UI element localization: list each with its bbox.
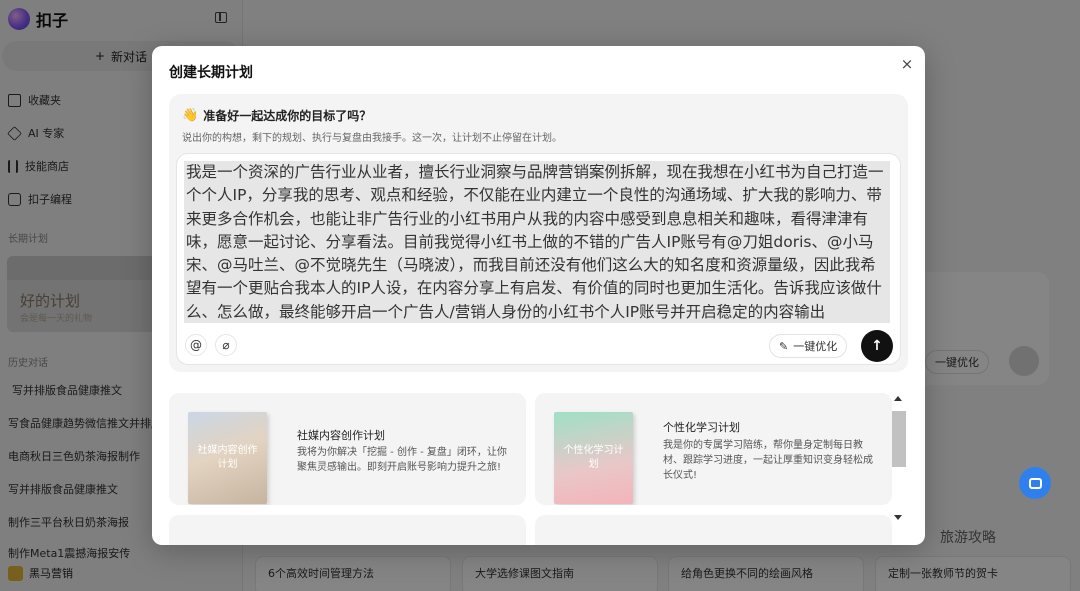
template-card-social-media[interactable]: 社媒内容创作计划 社媒内容创作计划 我将为你解决「挖掘 - 创作 - 复盘」闭环… <box>169 393 526 505</box>
send-button[interactable]: ↑ <box>861 330 893 362</box>
template-description: 我是你的专属学习陪练，帮你量身定制每日教材、跟踪学习进度，一起让厚重知识变身轻松… <box>663 440 873 481</box>
arrow-up-icon: ↑ <box>871 338 883 354</box>
optimize-button[interactable]: ✎ 一键优化 <box>769 334 848 358</box>
scroll-down-icon[interactable] <box>894 515 902 520</box>
template-cover: 个性化学习计划 <box>554 412 633 504</box>
intro-title: 👋 准备好一起达成你的目标了吗？ <box>182 107 371 124</box>
goal-input-box[interactable]: 我是一个资深的广告行业从业者，擅长行业洞察与品牌营销案例拆解，现在我想在小红书为… <box>176 153 901 365</box>
create-long-plan-dialog: 创建长期计划 × 👋 准备好一起达成你的目标了吗？ 说出你的构想，剩下的规划、执… <box>152 46 925 545</box>
feedback-float-button[interactable] <box>1019 467 1051 499</box>
optimize-label: 一键优化 <box>793 340 838 353</box>
templates-scrollbar[interactable] <box>892 391 906 523</box>
template-title: 社媒内容创作计划 <box>297 429 385 442</box>
chat-icon <box>1028 477 1042 489</box>
plan-templates-list: 社媒内容创作计划 社媒内容创作计划 我将为你解决「挖掘 - 创作 - 复盘」闭环… <box>169 393 908 545</box>
template-card-learning[interactable]: 个性化学习计划 个性化学习计划 我是你的专属学习陪练，帮你量身定制每日教材、跟踪… <box>535 393 892 505</box>
template-card-partial[interactable] <box>169 515 526 545</box>
template-cover: 社媒内容创作计划 <box>188 412 267 504</box>
template-description: 我将为你解决「挖掘 - 创作 - 复盘」闭环，让你聚焦灵感输出。即刻开启账号影响… <box>297 447 507 473</box>
at-icon: @ <box>190 338 202 352</box>
template-card-partial[interactable] <box>535 515 892 545</box>
goal-intro-panel: 👋 准备好一起达成你的目标了吗？ 说出你的构想，剩下的规划、执行与复盘由我接手。… <box>169 94 908 372</box>
waving-hand-icon: 👋 <box>182 108 199 123</box>
scroll-up-icon[interactable] <box>894 396 902 401</box>
magic-wand-icon: ✎ <box>779 339 789 353</box>
mention-button[interactable]: @ <box>185 334 207 356</box>
dialog-title: 创建长期计划 <box>169 65 253 81</box>
goal-input-text[interactable]: 我是一个资深的广告行业从业者，擅长行业洞察与品牌营销案例拆解，现在我想在小红书为… <box>184 161 890 323</box>
attach-button[interactable]: ⌀ <box>215 334 237 356</box>
close-icon[interactable]: × <box>899 56 915 72</box>
intro-subtitle: 说出你的构想，剩下的规划、执行与复盘由我接手。这一次，让计划不止停留在计划。 <box>182 133 562 144</box>
scroll-thumb[interactable] <box>892 411 906 467</box>
template-title: 个性化学习计划 <box>663 421 740 434</box>
intro-title-text: 准备好一起达成你的目标了吗？ <box>203 109 372 123</box>
paperclip-icon: ⌀ <box>222 338 230 352</box>
